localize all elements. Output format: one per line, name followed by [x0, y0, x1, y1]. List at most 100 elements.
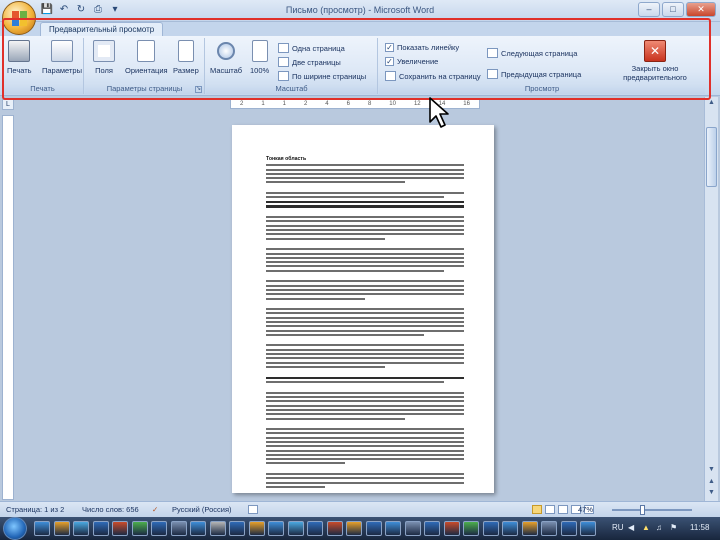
document-page[interactable]: Тонкая область	[232, 125, 494, 493]
full-screen-view-icon[interactable]	[545, 505, 555, 514]
ruler-tick: 8	[367, 101, 372, 107]
previous-page-icon[interactable]: ▲	[706, 477, 717, 488]
one-page-icon	[278, 43, 289, 53]
taskbar-app-icon[interactable]	[92, 521, 109, 536]
ruler-tick: 10	[389, 101, 396, 107]
print-button[interactable]: Печать	[7, 40, 32, 75]
tray-expand-icon[interactable]: ◀	[628, 523, 634, 532]
taskbar-app-icon[interactable]	[229, 521, 245, 536]
text-line	[266, 269, 445, 272]
group-label-preview: Просмотр	[379, 83, 705, 94]
page-width-button[interactable]: По ширине страницы	[278, 71, 366, 81]
group-page-setup: Поля Ориентация Размер Параметры страниц…	[85, 38, 205, 94]
taskbar-app-icon[interactable]	[112, 521, 128, 536]
dialog-launcher-icon[interactable]: ↘	[195, 86, 202, 93]
taskbar-app-icon[interactable]	[73, 521, 89, 536]
taskbar-app-icon[interactable]	[521, 521, 538, 536]
taskbar-app-icon[interactable]	[463, 521, 479, 536]
taskbar-app-icon[interactable]	[268, 521, 284, 536]
taskbar-app-icon[interactable]	[326, 521, 343, 536]
taskbar-app-icon[interactable]	[482, 521, 499, 536]
taskbar-app-icon[interactable]	[209, 521, 226, 536]
taskbar-app-icon[interactable]	[385, 521, 401, 536]
word-count[interactable]: Число слов: 656	[82, 505, 139, 514]
taskbar-app-icon[interactable]	[131, 521, 148, 536]
zoom-slider[interactable]	[612, 509, 692, 511]
minimize-button[interactable]: –	[638, 2, 660, 17]
size-button[interactable]: Размер	[173, 40, 199, 75]
tab-selector-button[interactable]: L	[2, 99, 14, 110]
taskbar-app-icon[interactable]	[248, 521, 265, 536]
network-icon[interactable]: ▲	[642, 523, 650, 532]
taskbar-app-icon[interactable]	[307, 521, 323, 536]
taskbar-app-icon[interactable]	[53, 521, 70, 536]
text-line	[266, 284, 464, 287]
magnifier-checkbox[interactable]: ✓ Увеличение	[385, 57, 438, 66]
zoom-slider-knob[interactable]	[640, 505, 645, 515]
one-page-button[interactable]: Одна страница	[278, 43, 345, 53]
text-line	[266, 485, 326, 488]
text-line	[266, 445, 464, 448]
taskbar-app-icon[interactable]	[170, 521, 187, 536]
volume-icon[interactable]: ♫	[656, 523, 662, 532]
text-line	[266, 381, 445, 384]
office-button[interactable]	[2, 1, 36, 35]
flag-icon[interactable]: ⚑	[670, 523, 677, 532]
zoom-100-button[interactable]: 100%	[250, 40, 269, 75]
text-line	[266, 408, 464, 411]
text-line	[266, 396, 464, 399]
tab-print-preview[interactable]: Предварительный просмотр	[40, 22, 164, 36]
text-line	[266, 413, 464, 416]
previous-page-button[interactable]: Предыдущая страница	[487, 69, 581, 79]
text-line	[266, 288, 464, 291]
zoom-button[interactable]: Масштаб	[210, 40, 242, 75]
taskbar-app-icon[interactable]	[346, 521, 362, 536]
vertical-ruler[interactable]	[2, 115, 14, 500]
text-line	[266, 265, 464, 268]
magnifier-icon	[217, 42, 236, 60]
taskbar-app-icon[interactable]	[151, 521, 167, 536]
taskbar-app-icon[interactable]	[560, 521, 577, 536]
margins-button[interactable]: Поля	[93, 40, 115, 75]
language[interactable]: Русский (Россия)	[172, 505, 232, 514]
scroll-up-icon[interactable]: ▲	[706, 98, 717, 109]
shrink-one-page-button[interactable]: Сохранить на страницу	[385, 71, 481, 81]
checkmark-icon: ✓	[385, 43, 394, 52]
taskbar-app-icon[interactable]	[287, 521, 304, 536]
vertical-scrollbar[interactable]: ▲ ▼ ▲ ▼	[704, 97, 718, 501]
page-count[interactable]: Страница: 1 из 2	[6, 505, 64, 514]
taskbar-app-icon[interactable]	[404, 521, 421, 536]
web-layout-view-icon[interactable]	[558, 505, 568, 514]
print-options-button[interactable]: Параметры	[42, 40, 82, 75]
taskbar-app-icon[interactable]	[541, 521, 557, 536]
taskbar-app-icon[interactable]	[424, 521, 440, 536]
next-page-icon[interactable]: ▼	[706, 488, 717, 499]
proofing-icon[interactable]: ✓	[152, 505, 158, 514]
window-controls: – □ ✕	[638, 2, 716, 17]
two-pages-button[interactable]: Две страницы	[278, 57, 341, 67]
taskbar-app-icon[interactable]	[34, 521, 50, 536]
show-ruler-checkbox[interactable]: ✓ Показать линейку	[385, 43, 459, 52]
text-line	[266, 192, 464, 195]
orientation-button[interactable]: Ориентация	[125, 40, 168, 75]
taskbar-app-icon[interactable]	[365, 521, 382, 536]
text-line	[266, 237, 385, 240]
taskbar-app-icon[interactable]	[580, 521, 596, 536]
text-line	[266, 348, 464, 351]
start-button[interactable]	[3, 517, 27, 540]
next-page-button[interactable]: Следующая страница	[487, 48, 577, 58]
macro-record-icon[interactable]	[248, 505, 258, 514]
scroll-thumb[interactable]	[706, 127, 717, 187]
close-button[interactable]: ✕	[686, 2, 716, 17]
taskbar-app-icon[interactable]	[443, 521, 460, 536]
print-layout-view-icon[interactable]	[532, 505, 542, 514]
scroll-down-icon[interactable]: ▼	[706, 465, 717, 476]
ruler-tick: 1	[282, 101, 286, 107]
group-label-zoom: Масштаб	[206, 83, 377, 94]
maximize-button[interactable]: □	[662, 2, 684, 17]
taskbar-app-icon[interactable]	[190, 521, 206, 536]
bold-text-line	[266, 205, 464, 208]
zoom-level[interactable]: 47%	[578, 505, 593, 514]
taskbar-app-icon[interactable]	[502, 521, 518, 536]
input-language[interactable]: RU	[612, 523, 624, 532]
